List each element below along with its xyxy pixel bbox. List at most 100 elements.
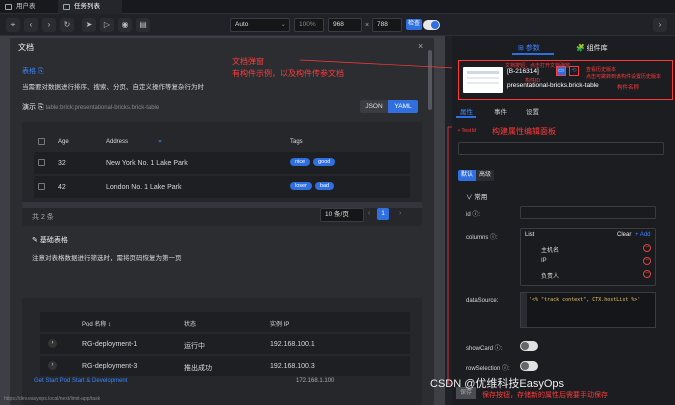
annotation-modal: 文档弹窗 xyxy=(232,57,264,66)
basic-table-title: ✎ 基础表格 xyxy=(32,237,68,244)
page-1[interactable]: 1 xyxy=(377,208,389,220)
partial-row: Get Start Pod Start & Development 172.16… xyxy=(34,378,335,384)
edit-icon: ✎ xyxy=(32,237,38,244)
rowselection-switch[interactable] xyxy=(520,361,538,371)
list-item[interactable]: 负责人 xyxy=(541,271,559,280)
chevron-right-icon[interactable]: › xyxy=(653,18,667,32)
send-icon[interactable]: ➤ xyxy=(82,18,96,32)
mode-advanced-button[interactable]: 高级 xyxy=(476,170,494,181)
close-icon[interactable]: × xyxy=(418,41,423,51)
demo-card-2: Pod 名称 ↕ 状态 实例 IP › RG-deployment-1 运行中 … xyxy=(22,298,422,405)
annotation-history-desc: 点击可跳转到该构件设置历史版本 xyxy=(586,74,662,80)
remove-icon[interactable]: − xyxy=(643,257,651,265)
tag: bad xyxy=(314,182,335,190)
group-common[interactable]: ∨ 常用 xyxy=(466,191,487,201)
json-tab[interactable]: JSON xyxy=(360,100,388,113)
tag-list: nice good xyxy=(290,158,338,166)
tag: nice xyxy=(290,158,311,166)
preview-icon[interactable]: ▷ xyxy=(100,18,114,32)
columns-list: List Clear + Add 主机名 − IP − 负责人 − xyxy=(520,228,656,286)
total-count: 共 2 条 xyxy=(32,214,54,221)
tab-properties[interactable]: 属性 xyxy=(460,106,473,116)
screenshot-icon[interactable]: ◉ xyxy=(118,18,132,32)
table-icon xyxy=(63,4,70,10)
annotation-panel: 构建属性编辑面板 xyxy=(492,127,556,136)
property-panel: ⊞ 参数 🧩 组件库 [B-216314] presentational-bri… xyxy=(452,36,675,405)
remove-icon[interactable]: − xyxy=(643,244,651,252)
tab-task-list[interactable]: 任务列表 xyxy=(58,0,122,14)
clear-button[interactable]: Clear xyxy=(617,232,631,238)
testid-input[interactable] xyxy=(458,142,664,155)
expand-icon[interactable]: › xyxy=(48,339,57,348)
times-sign: × xyxy=(365,22,370,29)
section-desc: 当需要对数据进行排序、搜索、分页、自定义操作等复杂行为时 xyxy=(22,84,204,91)
modal-scrollbar[interactable] xyxy=(428,50,432,110)
tab-params[interactable]: ⊞ 参数 xyxy=(518,43,540,53)
check-button[interactable]: 检查 xyxy=(406,19,422,30)
table-icon xyxy=(5,4,12,10)
column-header: Age xyxy=(58,139,69,145)
doc-modal: 文档 × 表格 ⎘ 当需要对数据进行排序、搜索、分页、自定义操作等复杂行为时 演… xyxy=(10,38,434,405)
document-icon[interactable]: ▤ xyxy=(136,18,150,32)
tab-user-table[interactable]: 用户表 xyxy=(0,0,58,14)
device-select[interactable]: Auto ⌄ xyxy=(230,18,290,32)
expand-icon[interactable]: › xyxy=(48,361,57,370)
column-header: Address xyxy=(106,139,129,145)
modal-title: 文档 xyxy=(18,43,34,52)
active-tab-indicator xyxy=(512,53,554,55)
select-all-checkbox[interactable] xyxy=(38,138,45,145)
tab-events[interactable]: 事件 xyxy=(494,106,507,116)
filter-icon[interactable]: ⏷ xyxy=(158,139,162,145)
height-field[interactable]: 788 xyxy=(372,18,402,32)
id-input[interactable] xyxy=(520,206,656,219)
zoom-field[interactable]: 100% xyxy=(294,18,324,32)
id-label: id ⓘ: xyxy=(466,212,481,218)
row-checkbox[interactable] xyxy=(38,159,45,166)
column-header: 实例 IP xyxy=(270,322,290,328)
tab-component-lib[interactable]: 🧩 组件库 xyxy=(576,43,608,53)
testid-label: • TestId xyxy=(458,128,477,134)
tab-bar: 用户表 任务列表 xyxy=(0,0,675,14)
active-tab-indicator xyxy=(456,116,476,118)
tag: loser xyxy=(290,182,312,190)
section-title: 表格 ⎘ xyxy=(22,68,44,75)
brick-id: [B-216314] xyxy=(507,68,539,75)
columns-label: columns ⓘ: xyxy=(466,235,498,241)
table-header: Pod 名称 ↕ 状态 实例 IP xyxy=(40,312,410,332)
row-checkbox[interactable] xyxy=(38,183,45,190)
annotation-save: 保存按钮，存储新的属性后需要手动保存 xyxy=(482,392,608,399)
add-button[interactable]: + Add xyxy=(635,232,651,238)
annotation-modal-desc: 有构件示例，以及构件传参文档 xyxy=(232,69,344,78)
toolbar: ⌖ ‹ › ↻ ➤ ▷ ◉ ▤ Auto ⌄ 100% 968 × 788 检查 … xyxy=(0,14,675,36)
table-row: 32 New York No. 1 Lake Park nice good xyxy=(34,152,410,174)
yaml-tab[interactable]: YAML xyxy=(388,100,418,113)
refresh-icon[interactable]: ↻ xyxy=(60,18,74,32)
table-row: › RG-deployment-1 运行中 192.168.100.1 xyxy=(40,334,410,354)
check-toggle[interactable] xyxy=(423,20,440,30)
prev-page-icon[interactable]: ‹ xyxy=(368,210,370,217)
column-header: 状态 xyxy=(184,322,197,328)
annotation-doc-button: 文档按钮，点击打开文档弹窗 xyxy=(505,63,571,69)
location-icon[interactable]: ⌖ xyxy=(6,18,20,32)
datasource-editor[interactable]: '<% "track context", CTX.hostList %>' xyxy=(520,292,656,328)
mode-default-button[interactable]: 默认 xyxy=(458,170,476,181)
annotation-brick-id: 构件ID xyxy=(525,78,541,84)
page-size-select[interactable]: 10 条/页 xyxy=(320,208,364,222)
width-field[interactable]: 968 xyxy=(328,18,362,32)
forward-icon[interactable]: › xyxy=(42,18,56,32)
editor-gutter xyxy=(521,293,527,327)
annotation-history: 查看历史版本 xyxy=(586,67,617,73)
list-item[interactable]: IP xyxy=(541,258,547,264)
tab-settings[interactable]: 设置 xyxy=(526,106,539,116)
tag-list: loser bad xyxy=(290,182,337,190)
history-icon[interactable]: ⟲ xyxy=(569,66,579,76)
remove-icon[interactable]: − xyxy=(643,270,651,278)
table-header: Age Address ⏷ Tags xyxy=(34,134,410,150)
back-icon[interactable]: ‹ xyxy=(24,18,38,32)
basic-table-desc: 注意对表格数据进行筛选时，需将页码恢复为第一页 xyxy=(32,255,182,262)
brick-name: presentational-bricks.brick-table xyxy=(507,82,599,89)
next-page-icon[interactable]: › xyxy=(399,210,401,217)
column-header: Tags xyxy=(290,139,303,145)
showcard-switch[interactable] xyxy=(520,341,538,351)
list-item[interactable]: 主机名 xyxy=(541,245,559,254)
